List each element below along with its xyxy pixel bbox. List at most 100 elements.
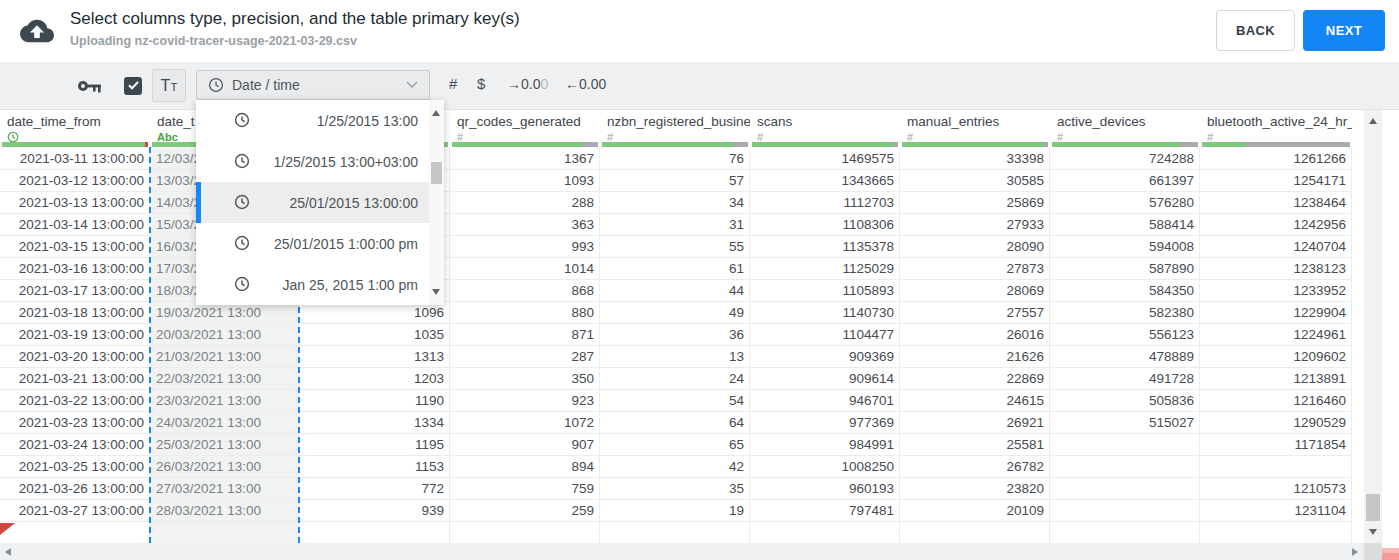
table-cell: [150, 522, 299, 543]
table-cell: 24/03/2021 13:00: [150, 412, 299, 434]
column-header-scans[interactable]: scans#: [750, 110, 900, 142]
vertical-scrollbar-thumb[interactable]: [1366, 494, 1380, 521]
table-cell: 2021-03-21 13:00:00: [0, 368, 150, 390]
table-cell: 259: [450, 500, 600, 522]
table-cell: [450, 522, 600, 543]
table-cell: 34: [600, 192, 750, 214]
table-cell: 57: [600, 170, 750, 192]
table-cell: 20109: [900, 500, 1050, 522]
table-cell: 960193: [750, 478, 900, 500]
primary-key-icon[interactable]: [78, 79, 101, 93]
column-quality-bar: [1050, 142, 1200, 147]
table-cell: 871: [450, 324, 600, 346]
table-cell: 23/03/2021 13:00: [150, 390, 299, 412]
clock-icon: [234, 194, 250, 210]
table-cell: 907: [450, 434, 600, 456]
column-header-nzbn_registered_busine[interactable]: nzbn_registered_busine#: [600, 110, 750, 142]
column-header-qr_codes_generated[interactable]: qr_codes_generated#: [450, 110, 600, 142]
table-cell: 76: [600, 148, 750, 170]
scroll-right-arrow[interactable]: [1352, 548, 1358, 556]
table-cell: 661397: [1050, 170, 1200, 192]
currency-type-button[interactable]: $: [477, 75, 485, 92]
table-cell: 61: [600, 258, 750, 280]
number-type-label: #: [1057, 131, 1200, 142]
dropdown-scrollbar[interactable]: [429, 100, 444, 305]
column-header-date_time_from[interactable]: date_time_from: [0, 110, 150, 142]
column-name: scans: [757, 114, 900, 129]
number-type-label: #: [907, 131, 1050, 142]
add-decimal-button[interactable]: →0.00: [507, 76, 548, 92]
vertical-scrollbar[interactable]: [1364, 110, 1382, 543]
table-cell: 25581: [900, 434, 1050, 456]
table-row: 2021-03-19 13:00:0020/03/2021 13:0010358…: [0, 324, 1352, 346]
table-cell: [1050, 500, 1200, 522]
wizard-header: Select columns type, precision, and the …: [0, 0, 1399, 62]
table-cell: 26/03/2021 13:00: [150, 456, 299, 478]
table-cell: 1195: [299, 434, 450, 456]
dropdown-option[interactable]: 1/25/2015 13:00: [196, 100, 444, 141]
table-cell: 977369: [750, 412, 900, 434]
table-cell: 31: [600, 214, 750, 236]
table-cell: 2021-03-16 13:00:00: [0, 258, 150, 280]
table-cell: 44: [600, 280, 750, 302]
dropdown-scrollbar-thumb[interactable]: [431, 162, 442, 184]
column-name: date_time_from: [7, 114, 150, 129]
scroll-left-arrow[interactable]: [5, 548, 11, 556]
dropdown-option[interactable]: Jan 25, 2015 1:00 pm: [196, 264, 444, 305]
dropdown-option[interactable]: 25/01/2015 1:00:00 pm: [196, 223, 444, 264]
column-header-bluetooth_active_24_hr_[interactable]: bluetooth_active_24_hr_#: [1200, 110, 1352, 142]
horizontal-scrollbar[interactable]: [0, 543, 1364, 560]
table-cell: 26016: [900, 324, 1050, 346]
table-cell: 21/03/2021 13:00: [150, 346, 299, 368]
dropdown-scroll-up[interactable]: [432, 110, 440, 116]
remove-decimal-button[interactable]: ←0.00: [565, 76, 606, 92]
table-row: 2021-03-20 13:00:0021/03/2021 13:0013132…: [0, 346, 1352, 368]
clock-icon: [234, 235, 250, 251]
chevron-down-icon: [406, 81, 418, 89]
text-type-button[interactable]: TT: [152, 69, 186, 102]
table-cell: 939: [299, 500, 450, 522]
left-arrow-glyph: ←: [565, 76, 579, 92]
table-cell: 19: [600, 500, 750, 522]
scroll-up-arrow[interactable]: [1369, 118, 1377, 124]
table-cell: 2021-03-20 13:00:00: [0, 346, 150, 368]
table-cell: 1367: [450, 148, 600, 170]
column-header-manual_entries[interactable]: manual_entries#: [900, 110, 1050, 142]
table-cell: 584350: [1050, 280, 1200, 302]
datetime-type-icon: [7, 131, 150, 142]
table-cell: 984991: [750, 434, 900, 456]
table-cell: 588414: [1050, 214, 1200, 236]
table-cell: 1343665: [750, 170, 900, 192]
column-header-active_devices[interactable]: active_devices#: [1050, 110, 1200, 142]
table-cell: 2021-03-17 13:00:00: [0, 280, 150, 302]
next-button[interactable]: NEXT: [1303, 10, 1385, 51]
table-cell: 2021-03-19 13:00:00: [0, 324, 150, 346]
table-cell: 1072: [450, 412, 600, 434]
page-title: Select columns type, precision, and the …: [70, 9, 520, 29]
table-cell: 1209602: [1200, 346, 1352, 368]
dropdown-scroll-down[interactable]: [432, 289, 440, 295]
table-cell: 1231104: [1200, 500, 1352, 522]
column-type-select[interactable]: Date / time: [196, 70, 430, 100]
table-cell: 1153: [299, 456, 450, 478]
dropdown-option[interactable]: 25/01/2015 13:00:00: [196, 182, 444, 223]
table-cell: 1008250: [750, 456, 900, 478]
table-cell: 22869: [900, 368, 1050, 390]
table-cell: 909614: [750, 368, 900, 390]
table-cell: 2021-03-22 13:00:00: [0, 390, 150, 412]
dropdown-option[interactable]: 1/25/2015 13:00+03:00: [196, 141, 444, 182]
table-cell: 923: [450, 390, 600, 412]
column-selected-checkbox[interactable]: [124, 77, 142, 95]
table-cell: 25/03/2021 13:00: [150, 434, 299, 456]
number-type-button[interactable]: #: [449, 75, 457, 92]
table-row: 2021-03-18 13:00:0019/03/2021 13:0010968…: [0, 302, 1352, 324]
table-cell: 25869: [900, 192, 1050, 214]
table-cell: 724288: [1050, 148, 1200, 170]
table-cell: 2021-03-26 13:00:00: [0, 478, 150, 500]
column-quality-bar: [600, 142, 750, 147]
table-cell: 55: [600, 236, 750, 258]
scroll-down-arrow[interactable]: [1369, 529, 1377, 535]
table-cell: 42: [600, 456, 750, 478]
table-corner-marker: [0, 523, 15, 535]
back-button[interactable]: BACK: [1216, 10, 1295, 51]
